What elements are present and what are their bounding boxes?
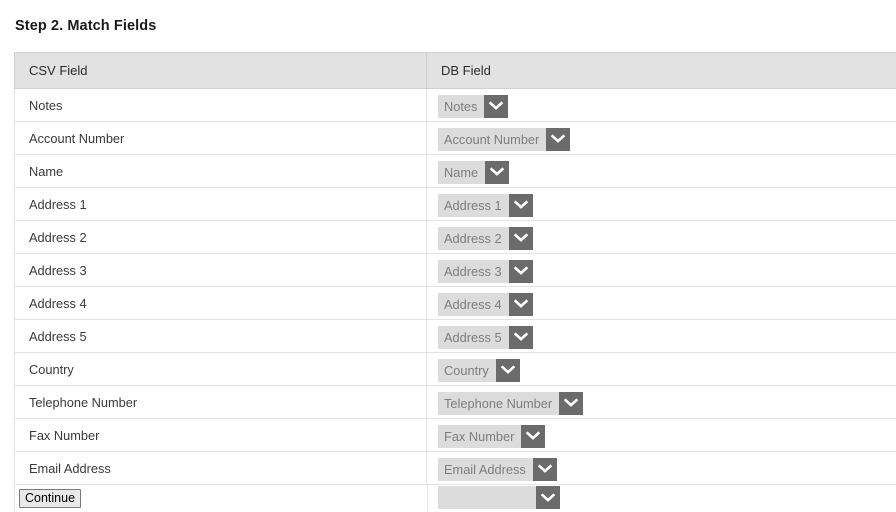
table-header-row: CSV Field DB Field [14, 52, 896, 89]
db-field-select-value: Address 2 [438, 226, 509, 250]
csv-field-label: Notes [14, 88, 427, 122]
chevron-down-icon[interactable] [508, 193, 533, 217]
field-mapping-table: CSV Field DB Field Notes Notes Account N… [14, 52, 896, 485]
continue-button[interactable]: Continue [19, 489, 82, 508]
db-field-select-value: Email Address [438, 457, 533, 481]
table-row: Country Country [14, 352, 896, 386]
table-row-clipped-body [14, 485, 896, 512]
db-field-select-value: Telephone Number [438, 391, 560, 415]
page-title: Step 2. Match Fields [15, 18, 157, 34]
table-header: CSV Field DB Field [14, 52, 896, 89]
csv-field-label: Address 1 [14, 187, 427, 221]
table-row: Account Number Account Number [14, 121, 896, 155]
table-row: Fax Number Fax Number [14, 418, 896, 452]
csv-field-label: Address 5 [14, 319, 427, 353]
csv-field-label: Fax Number [14, 418, 427, 452]
db-field-select-name[interactable]: Name [438, 160, 510, 184]
csv-field-label: Address 3 [14, 253, 427, 287]
db-field-select-value: Country [438, 358, 496, 382]
csv-field-label: Address 4 [14, 286, 427, 320]
db-field-select-email-address[interactable]: Email Address [438, 457, 557, 481]
chevron-down-icon[interactable] [521, 424, 546, 448]
chevron-down-icon[interactable] [495, 358, 520, 382]
csv-field-label: Email Address [14, 451, 427, 485]
db-field-select-address-1[interactable]: Address 1 [438, 193, 533, 217]
db-field-select-clipped[interactable] [438, 486, 561, 509]
db-field-cell: Fax Number [426, 418, 896, 452]
csv-field-label: Telephone Number [14, 385, 427, 419]
db-field-cell: Telephone Number [426, 385, 896, 419]
db-field-select-country[interactable]: Country [438, 358, 520, 382]
csv-field-label: Address 2 [14, 220, 427, 254]
csv-field-label: Country [14, 352, 427, 386]
db-field-select-value: Address 4 [438, 292, 509, 316]
db-field-cell: Account Number [426, 121, 896, 155]
table-row: Notes Notes [14, 88, 896, 122]
db-field-select-value [438, 486, 537, 509]
db-field-cell: Address 2 [426, 220, 896, 254]
db-field-select-value: Account Number [438, 127, 547, 151]
db-field-cell: Name [426, 154, 896, 188]
db-field-cell: Address 5 [426, 319, 896, 353]
db-field-select-notes[interactable]: Notes [438, 94, 509, 118]
table-row: Email Address Email Address [14, 451, 896, 485]
table-row: Address 2 Address 2 [14, 220, 896, 254]
column-header-csv-field: CSV Field [14, 52, 427, 89]
chevron-down-icon[interactable] [508, 259, 533, 283]
chevron-down-icon[interactable] [508, 292, 533, 316]
db-field-select-address-2[interactable]: Address 2 [438, 226, 533, 250]
db-field-cell: Country [426, 352, 896, 386]
csv-field-label: Name [14, 154, 427, 188]
chevron-down-icon[interactable] [546, 127, 571, 151]
column-divider [427, 485, 428, 512]
db-field-cell: Address 3 [426, 253, 896, 287]
db-field-select-address-5[interactable]: Address 5 [438, 325, 533, 349]
db-field-select-value: Address 5 [438, 325, 509, 349]
table-row: Address 1 Address 1 [14, 187, 896, 221]
table-row: Name Name [14, 154, 896, 188]
db-field-select-value: Fax Number [438, 424, 522, 448]
db-field-select-value: Address 1 [438, 193, 509, 217]
db-field-select-address-3[interactable]: Address 3 [438, 259, 533, 283]
table-row: Telephone Number Telephone Number [14, 385, 896, 419]
db-field-select-telephone-number[interactable]: Telephone Number [438, 391, 584, 415]
db-field-cell: Email Address [426, 451, 896, 485]
chevron-down-icon[interactable] [484, 94, 509, 118]
db-field-select-value: Address 3 [438, 259, 509, 283]
db-field-select-value: Name [438, 160, 486, 184]
table-body: Notes Notes Account Number Account Numbe… [14, 88, 896, 485]
chevron-down-icon[interactable] [536, 486, 561, 509]
db-field-select-fax-number[interactable]: Fax Number [438, 424, 546, 448]
table-row: Address 4 Address 4 [14, 286, 896, 320]
chevron-down-icon[interactable] [508, 325, 533, 349]
db-field-cell: Address 4 [426, 286, 896, 320]
db-field-cell: Address 1 [426, 187, 896, 221]
db-field-select-account-number[interactable]: Account Number [438, 127, 571, 151]
db-field-select-address-4[interactable]: Address 4 [438, 292, 533, 316]
db-field-cell: Notes [426, 88, 896, 122]
chevron-down-icon[interactable] [532, 457, 557, 481]
chevron-down-icon[interactable] [485, 160, 510, 184]
chevron-down-icon[interactable] [559, 391, 584, 415]
table-row: Address 3 Address 3 [14, 253, 896, 287]
match-fields-page: Step 2. Match Fields CSV Field DB Field … [0, 0, 896, 512]
db-field-select-value: Notes [438, 94, 485, 118]
table-row-partially-visible [14, 485, 896, 512]
csv-field-label: Account Number [14, 121, 427, 155]
column-header-db-field: DB Field [426, 52, 896, 89]
table-row: Address 5 Address 5 [14, 319, 896, 353]
chevron-down-icon[interactable] [508, 226, 533, 250]
